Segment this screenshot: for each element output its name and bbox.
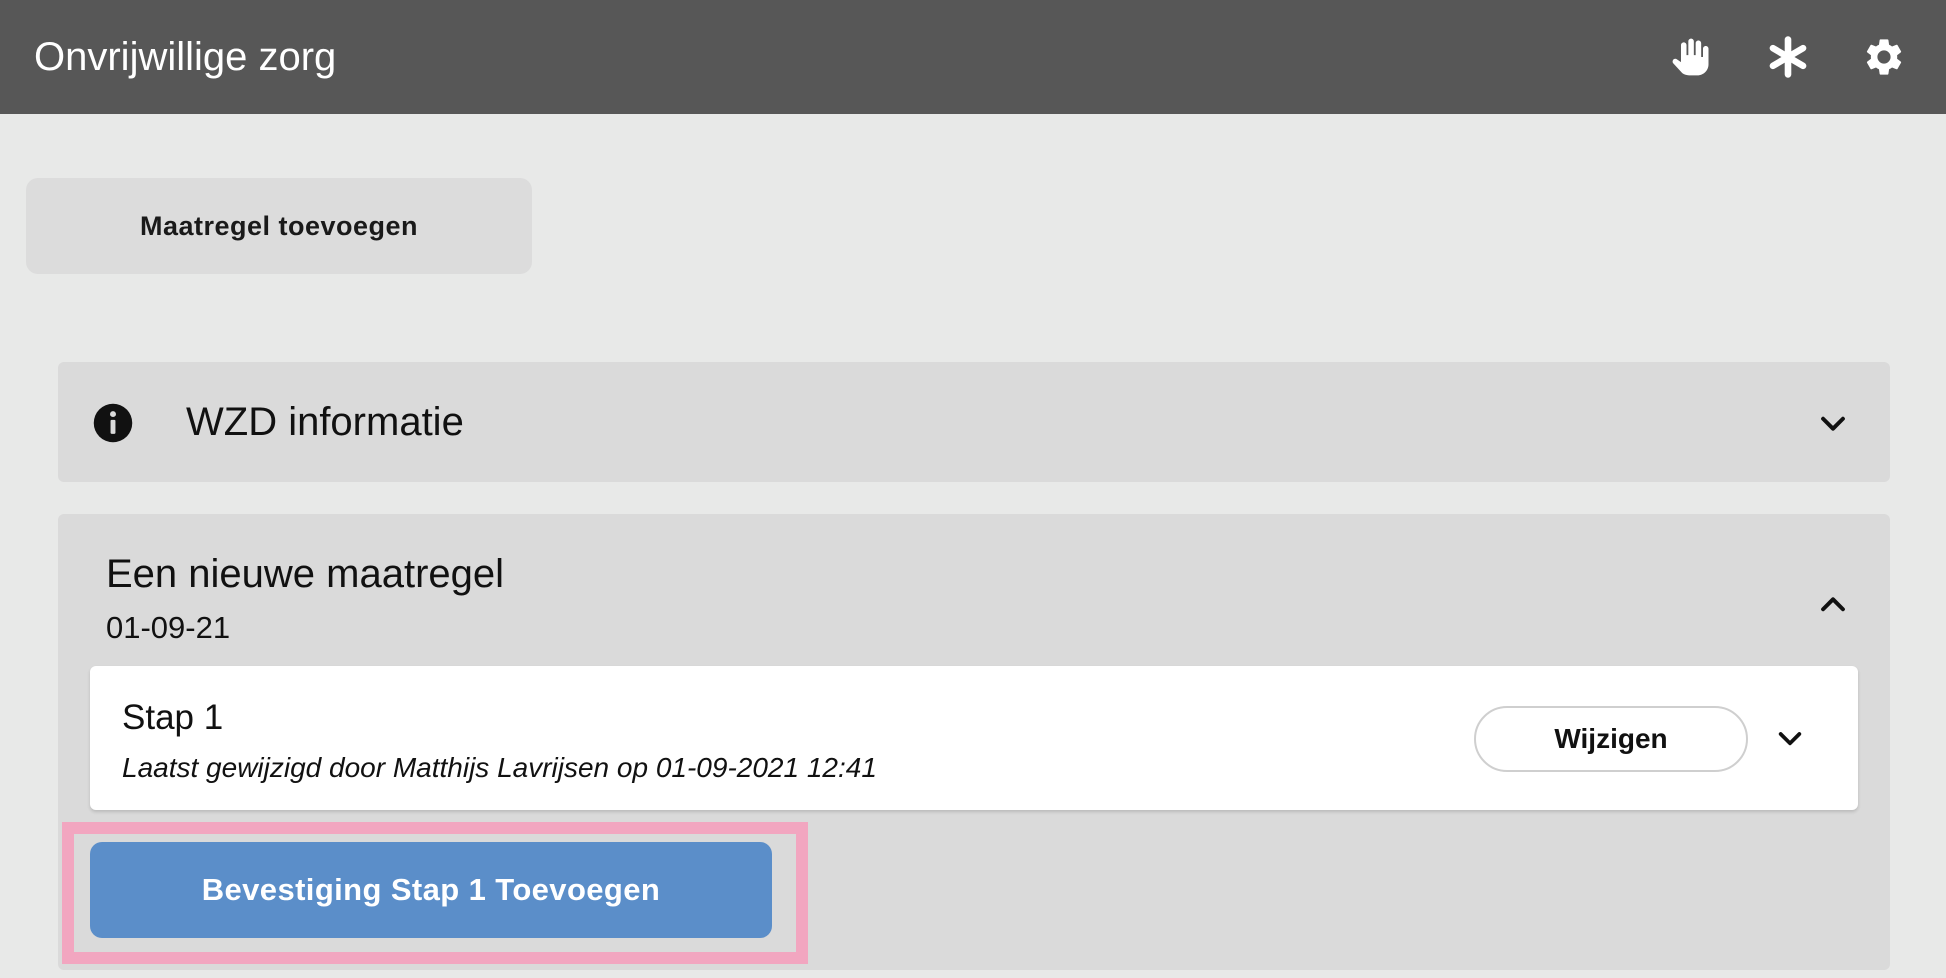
chevron-down-icon[interactable] xyxy=(1816,406,1850,440)
step-title: Stap 1 xyxy=(122,698,224,737)
hand-icon[interactable] xyxy=(1670,35,1714,79)
measure-panel: Een nieuwe maatregel 01-09-21 Stap 1 Laa… xyxy=(58,514,1890,970)
app-title: Onvrijwillige zorg xyxy=(34,34,337,79)
wzd-info-title: WZD informatie xyxy=(186,400,464,444)
info-icon xyxy=(93,403,133,443)
wzd-info-panel[interactable]: WZD informatie xyxy=(58,362,1890,482)
header-actions xyxy=(1670,35,1906,79)
chevron-up-icon[interactable] xyxy=(1816,588,1850,622)
add-measure-button[interactable]: Maatregel toevoegen xyxy=(26,178,532,274)
step-card: Stap 1 Laatst gewijzigd door Matthijs La… xyxy=(90,666,1858,810)
step-last-modified: Laatst gewijzigd door Matthijs Lavrijsen… xyxy=(122,752,877,783)
chevron-down-icon[interactable] xyxy=(1774,722,1806,754)
confirm-step-button[interactable]: Bevestiging Stap 1 Toevoegen xyxy=(90,842,772,938)
app-header: Onvrijwillige zorg xyxy=(0,0,1946,114)
measure-date: 01-09-21 xyxy=(106,610,231,645)
edit-button[interactable]: Wijzigen xyxy=(1474,706,1748,772)
asterisk-icon[interactable] xyxy=(1766,35,1810,79)
gear-icon[interactable] xyxy=(1862,35,1906,79)
measure-title: Een nieuwe maatregel xyxy=(106,552,505,596)
